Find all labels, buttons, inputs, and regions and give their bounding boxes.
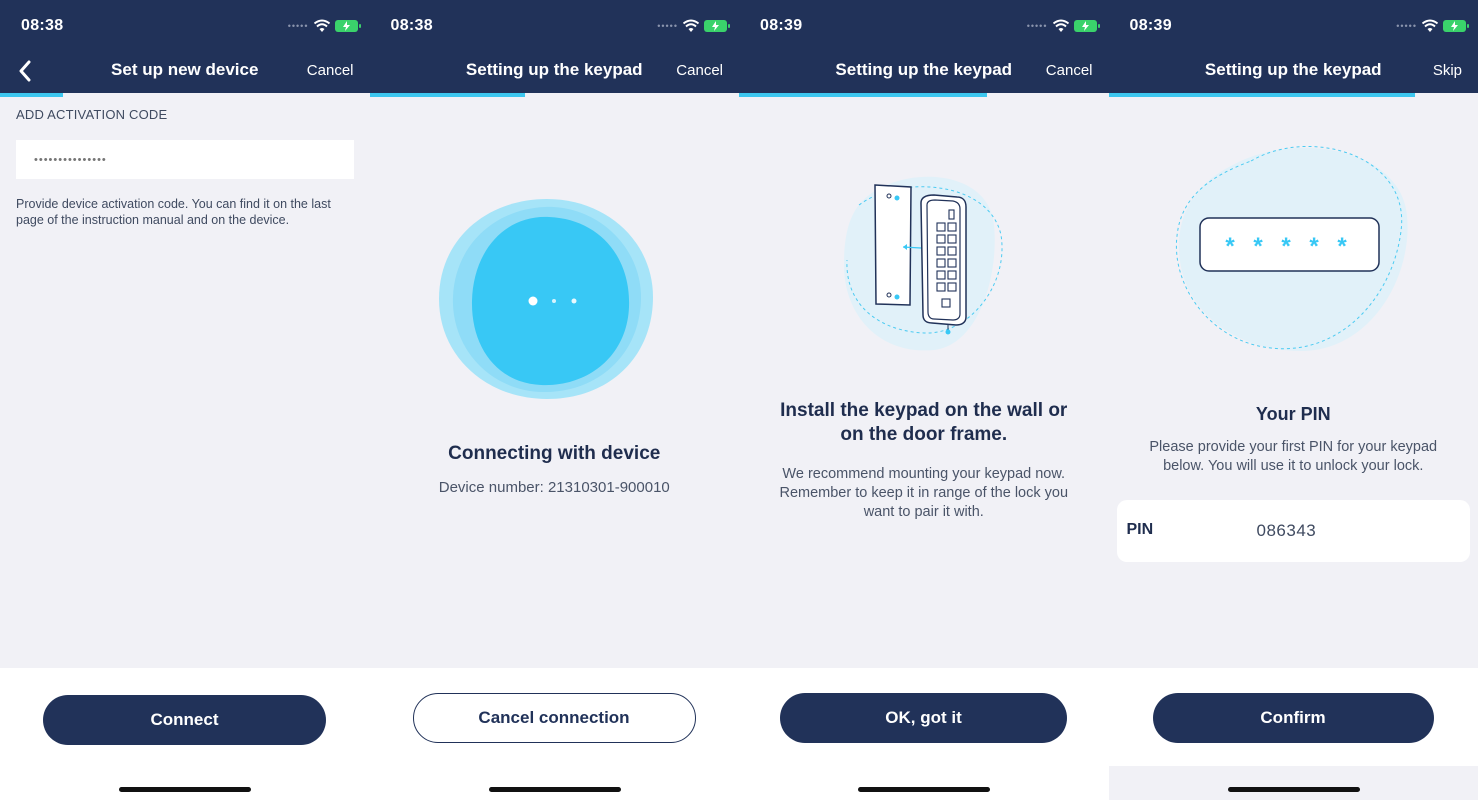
pin-illustration: * * * * * xyxy=(1175,146,1408,351)
screen-setup-device: 08:38 ••••• Set up new device Cancel ADD… xyxy=(0,0,370,800)
status-icons: ••••• xyxy=(1026,19,1100,33)
status-icons: ••••• xyxy=(287,19,361,33)
navigation-bar: 08:38 ••••• Set up new device Cancel xyxy=(0,0,370,93)
bottom-panel: Confirm xyxy=(1108,668,1478,766)
wifi-icon xyxy=(1422,19,1438,32)
page-title: Setting up the keypad xyxy=(1204,60,1382,79)
confirm-button[interactable]: Confirm xyxy=(1152,693,1434,743)
pin-field[interactable]: PIN 086343 xyxy=(1116,500,1470,562)
signal-icon: ••••• xyxy=(1396,21,1417,31)
cancel-button[interactable]: Cancel xyxy=(1046,62,1093,79)
cancel-button[interactable]: Cancel xyxy=(676,62,723,79)
pin-heading: Your PIN xyxy=(1255,404,1331,424)
screen-install-keypad: 08:39 ••••• Setting up the keypad Cancel xyxy=(739,0,1109,800)
pin-label: PIN xyxy=(1126,521,1154,538)
status-icons: ••••• xyxy=(1396,19,1469,33)
connecting-heading: Connecting with device xyxy=(448,443,661,464)
status-time: 08:39 xyxy=(760,17,803,34)
navigation-bar: 08:39 ••••• Setting up the keypad Skip xyxy=(1108,0,1478,93)
connecting-animation-icon xyxy=(438,199,653,399)
status-time: 08:38 xyxy=(21,17,64,34)
screen-connecting: 08:38 ••••• Setting up the keypad Cancel… xyxy=(369,0,739,800)
navigation-bar: 08:38 ••••• Setting up the keypad Cancel xyxy=(369,0,739,93)
pin-description: Please provide your first PIN for your k… xyxy=(1149,439,1438,474)
pin-input[interactable]: 086343 xyxy=(1257,521,1317,541)
battery-charging-icon xyxy=(1073,20,1100,32)
progress-bar xyxy=(1108,93,1416,97)
help-text: Provide device activation code. You can … xyxy=(16,197,331,227)
connect-button[interactable]: Connect xyxy=(43,695,326,745)
ok-got-it-button[interactable]: OK, got it xyxy=(780,693,1067,743)
battery-charging-icon xyxy=(1443,20,1469,32)
cancel-connection-button[interactable]: Cancel connection xyxy=(412,693,696,743)
skip-button[interactable]: Skip xyxy=(1433,62,1462,79)
wifi-icon xyxy=(683,19,699,32)
progress-bar xyxy=(739,93,987,97)
status-time: 08:39 xyxy=(1129,17,1172,34)
signal-icon: ••••• xyxy=(1026,21,1048,31)
home-indicator xyxy=(488,787,621,792)
device-number: Device number: 21310301-900010 xyxy=(438,479,670,496)
status-icons: ••••• xyxy=(657,19,730,33)
activation-code-input[interactable] xyxy=(16,140,354,179)
wifi-icon xyxy=(1052,19,1069,32)
battery-charging-icon xyxy=(334,20,361,32)
battery-charging-icon xyxy=(704,20,730,32)
field-label: ADD ACTIVATION CODE xyxy=(16,107,168,122)
bottom-safe-area xyxy=(1108,766,1478,800)
install-heading: Install the keypad on the wall or on the… xyxy=(780,400,1068,445)
install-description: We recommend mounting your keypad now. R… xyxy=(779,466,1069,520)
signal-icon: ••••• xyxy=(657,21,678,31)
screen-your-pin: 08:39 ••••• Setting up the keypad Skip *… xyxy=(1108,0,1478,800)
progress-bar xyxy=(369,93,525,97)
home-indicator xyxy=(858,787,990,792)
app-screens: 08:38 ••••• Set up new device Cancel ADD… xyxy=(0,0,1478,800)
bottom-panel: OK, got it xyxy=(739,668,1109,800)
navigation-bar: 08:39 ••••• Setting up the keypad Cancel xyxy=(739,0,1109,93)
progress-bar xyxy=(0,93,63,97)
bottom-panel: Cancel connection xyxy=(369,668,739,800)
home-indicator xyxy=(119,787,251,792)
signal-icon: ••••• xyxy=(287,21,309,31)
cancel-button[interactable]: Cancel xyxy=(307,62,354,79)
pin-mask: * * * * * xyxy=(1225,233,1352,260)
bottom-panel: Connect xyxy=(0,668,370,800)
home-indicator xyxy=(1227,787,1360,792)
status-time: 08:38 xyxy=(390,17,433,34)
keypad-install-illustration xyxy=(844,176,1003,351)
wifi-icon xyxy=(313,19,330,32)
